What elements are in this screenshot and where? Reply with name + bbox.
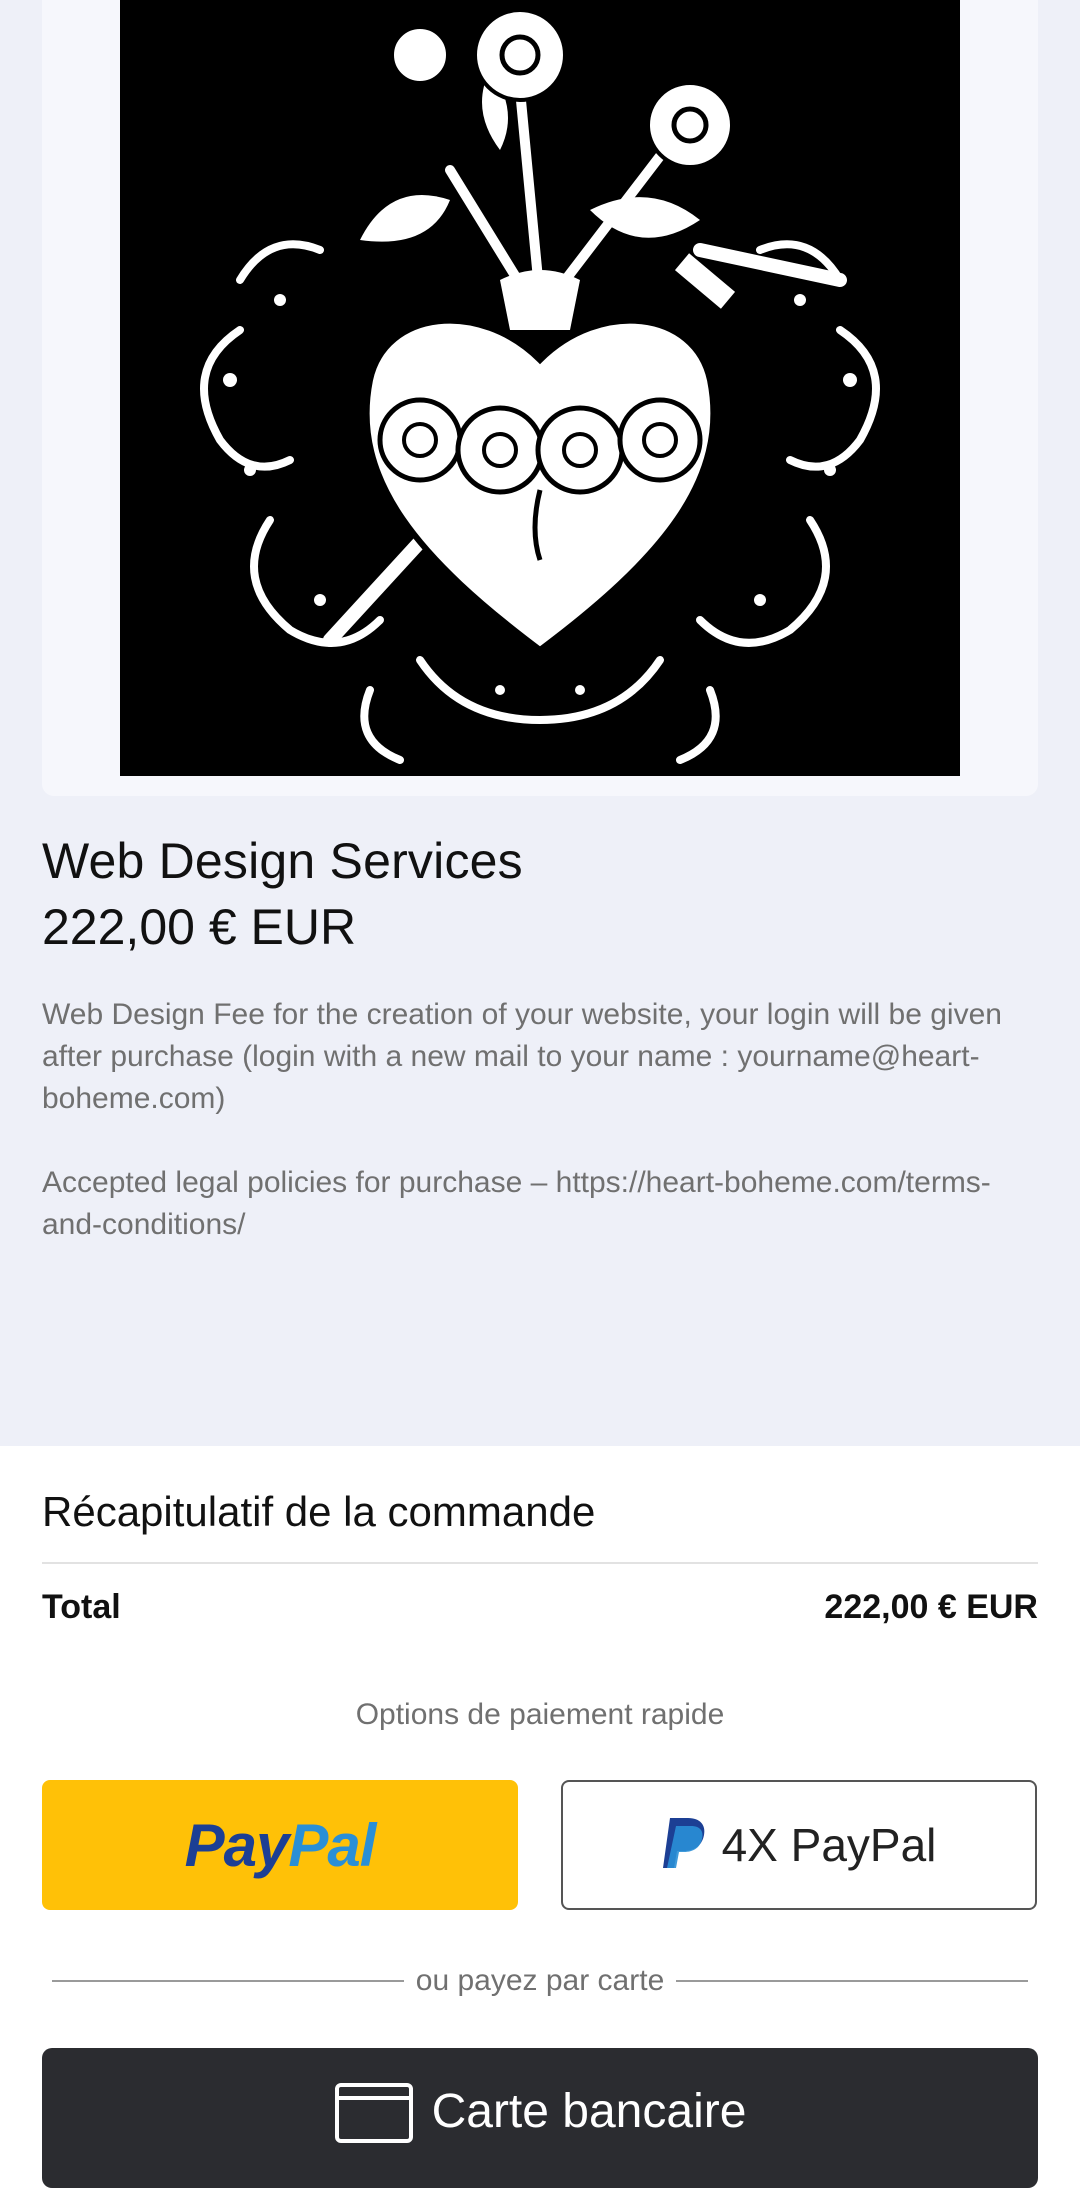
product-title: Web Design Services bbox=[42, 833, 523, 889]
paypal-p-icon bbox=[662, 1816, 706, 1875]
paypal-logo-pay: Pay bbox=[184, 1811, 290, 1879]
description-policies: Accepted legal policies for purchase – h… bbox=[42, 1166, 991, 1241]
paypal-logo: PayPal bbox=[184, 1811, 377, 1880]
paypal-4x-label: 4X PayPal bbox=[721, 1819, 937, 1871]
order-summary-title: Récapitulatif de la commande bbox=[42, 1488, 596, 1535]
product-description: Web Design Fee for the creation of your … bbox=[42, 994, 1032, 1288]
paypal-logo-pal: Pal bbox=[288, 1811, 376, 1879]
divider-line-left bbox=[52, 1980, 404, 1982]
credit-card-icon bbox=[334, 2082, 414, 2149]
product-image-card bbox=[42, 0, 1038, 796]
product-section: Web Design Services 222,00 € EUR Web Des… bbox=[0, 0, 1080, 1446]
card-divider-text: ou payez par carte bbox=[415, 1964, 665, 1997]
paypal-button[interactable]: PayPal bbox=[42, 1780, 518, 1910]
product-image bbox=[120, 0, 960, 776]
total-value: 222,00 € EUR bbox=[824, 1588, 1038, 1626]
description-paragraph: Web Design Fee for the creation of your … bbox=[42, 998, 1002, 1115]
summary-divider bbox=[42, 1562, 1038, 1564]
paypal-4x-button[interactable]: 4X PayPal bbox=[561, 1780, 1037, 1910]
total-label: Total bbox=[42, 1588, 121, 1626]
product-price: 222,00 € EUR bbox=[42, 899, 357, 955]
divider-line-right bbox=[676, 1980, 1029, 1982]
card-payment-label: Carte bancaire bbox=[431, 2085, 747, 2138]
fast-payment-label: Options de paiement rapide bbox=[355, 1698, 725, 1731]
card-divider: ou payez par carte bbox=[52, 1964, 1029, 1998]
card-payment-button[interactable]: Carte bancaire bbox=[42, 2048, 1038, 2188]
